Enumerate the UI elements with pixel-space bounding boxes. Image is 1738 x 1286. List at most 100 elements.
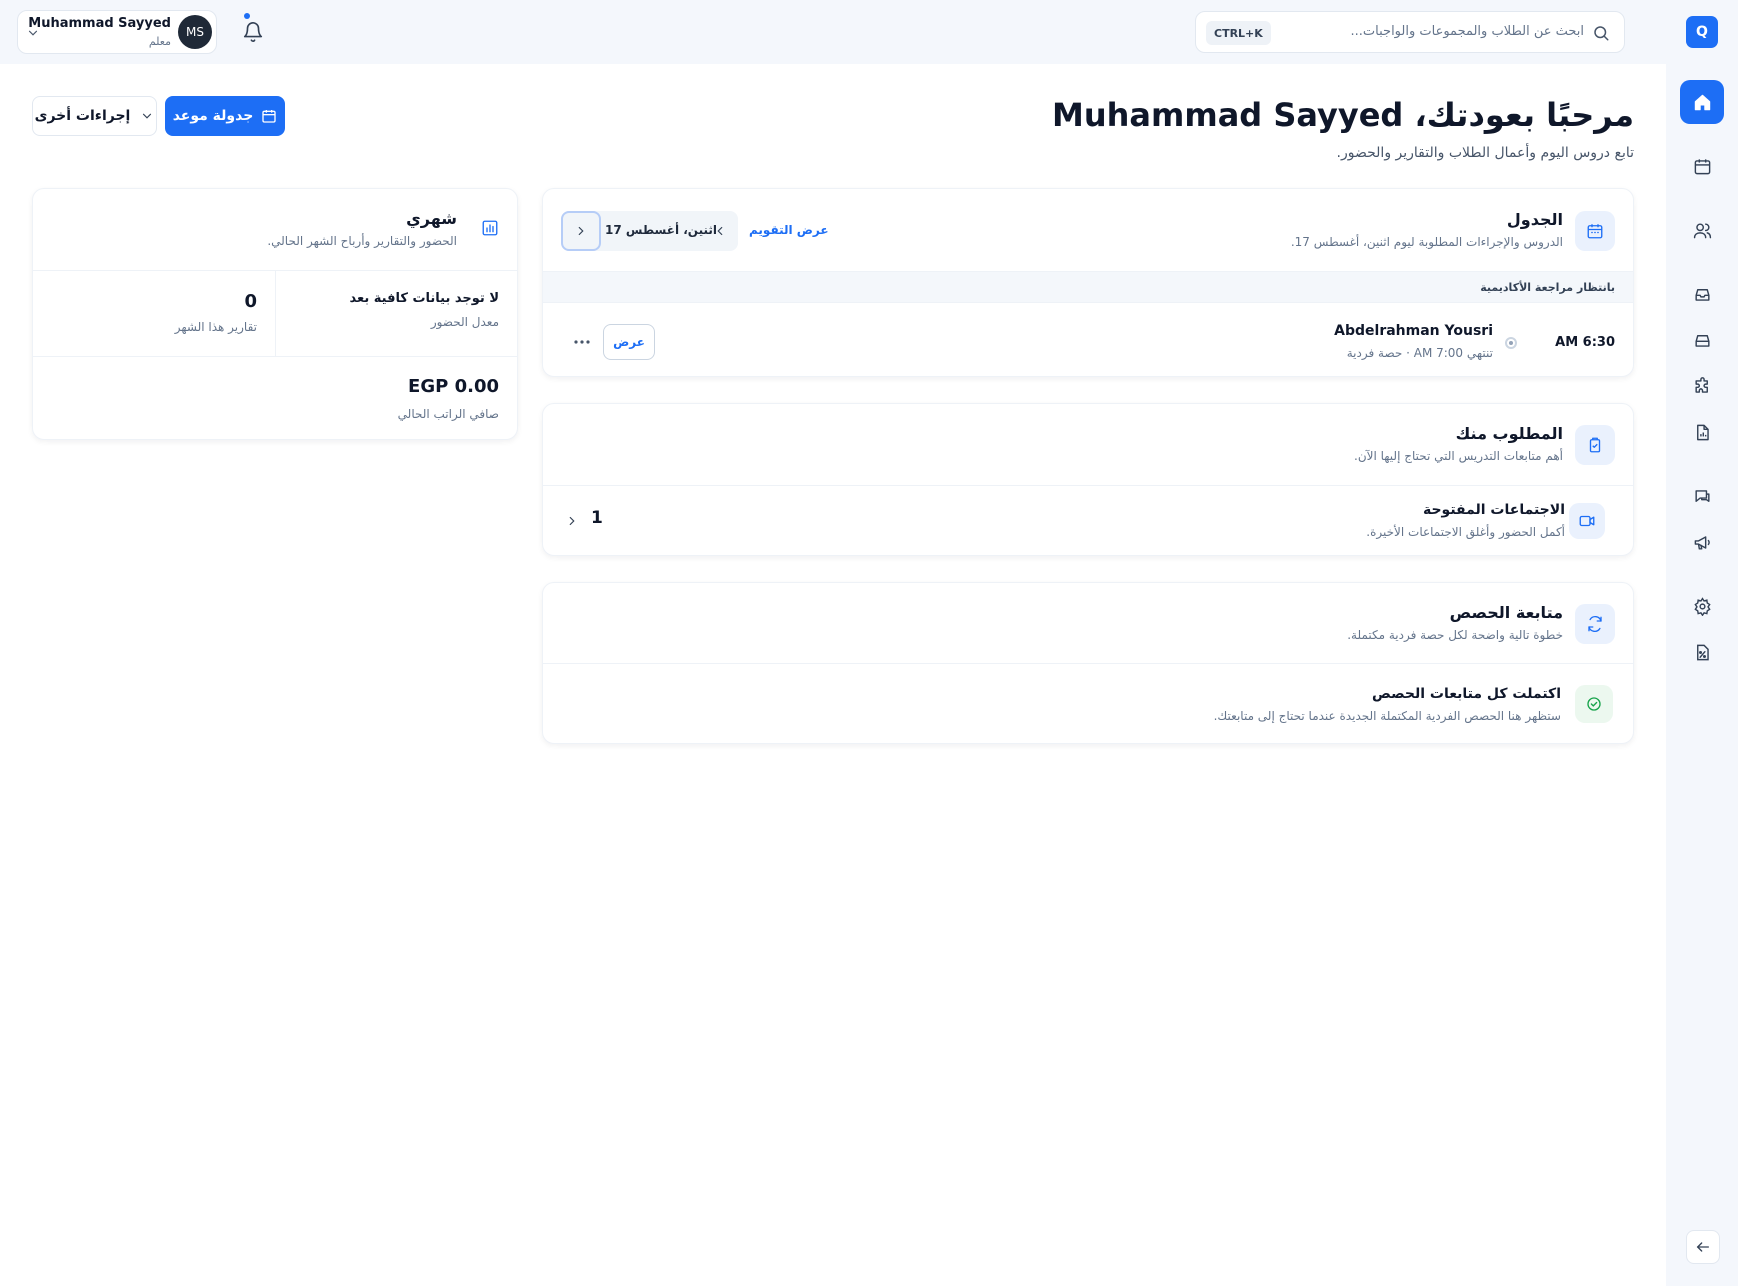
chevron-right-icon[interactable] [565, 514, 579, 528]
page-subtitle: تابع دروس اليوم وأعمال الطلاب والتقارير … [1336, 145, 1634, 161]
report-icon [1696, 424, 1709, 440]
bell-icon[interactable] [242, 20, 264, 44]
pending-review-label: بانتظار مراجعة الأكاديمية [1480, 281, 1615, 294]
gear-icon [1693, 596, 1711, 616]
chevron-down-icon [143, 113, 152, 119]
followups-done-title: اكتملت كل متابعات الحصص [1372, 686, 1561, 702]
reports-value: 0 [244, 291, 257, 312]
chat-icon [1694, 489, 1710, 502]
top-bar: Q ابحث عن الطلاب والمجموعات والواجبات...… [0, 0, 1738, 64]
schedule-card: الجدول الدروس والإجراءات المطلوبة ليوم ا… [542, 188, 1634, 377]
followups-tile [1575, 604, 1615, 644]
tasks-subtitle: أهم متابعات التدريس التي تحتاج إليها الآ… [1354, 449, 1563, 463]
schedule-appointment-label: جدولة موعد [172, 108, 254, 124]
user-name: Muhammad Sayyed [28, 16, 171, 31]
sidebar-item-home[interactable] [1680, 80, 1724, 124]
page-title: مرحبًا بعودتك، Muhammad Sayyed [1052, 96, 1634, 134]
open-meetings-tile [1569, 503, 1605, 539]
sidebar-item-plugins[interactable] [1680, 364, 1724, 408]
divider [543, 485, 1633, 486]
sidebar-item-reports[interactable] [1680, 410, 1724, 454]
status-dot [1505, 337, 1517, 349]
lesson-time: AM 6:30 [1555, 335, 1615, 350]
followups-done-tile [1575, 685, 1613, 723]
calendar-icon [262, 110, 276, 123]
monthly-card: شهري الحضور والتقارير وأرباح الشهر الحال… [32, 188, 518, 440]
schedule-appointment-button[interactable]: جدولة موعد [165, 96, 285, 136]
sidebar-item-users[interactable] [1680, 208, 1724, 252]
date-navigator: اثنين، أغسطس 17 [561, 211, 738, 251]
search-shortcut-badge: CTRL+K [1206, 21, 1271, 45]
lesson-student: Abdelrahman Yousri [1334, 323, 1493, 339]
schedule-subtitle: الدروس والإجراءات المطلوبة ليوم اثنين، أ… [1290, 235, 1563, 249]
chevron-left-icon[interactable] [713, 224, 727, 238]
attendance-value: لا توجد بيانات كافية بعد [349, 291, 499, 306]
calendar-icon [1694, 158, 1710, 174]
search-icon [1594, 26, 1609, 41]
tasks-title: المطلوب منك [1455, 424, 1563, 443]
view-lesson-button[interactable]: عرض [603, 324, 655, 360]
tasks-card: المطلوب منك أهم متابعات التدريس التي تحت… [542, 403, 1634, 556]
arrow-left-icon [1696, 1242, 1709, 1252]
monthly-title: شهري [406, 209, 457, 228]
followups-done-subtitle: ستظهر هنا الحصص الفردية المكتملة الجديدة… [1213, 709, 1561, 723]
more-actions-button[interactable]: إجراءات أخرى [32, 96, 157, 136]
lesson-more-button[interactable] [569, 329, 595, 355]
open-meetings-count: 1 [591, 508, 603, 528]
sidebar-item-settings[interactable] [1680, 584, 1724, 628]
collapse-sidebar-button[interactable] [1686, 1230, 1720, 1264]
clipboard-check-icon [1589, 437, 1601, 453]
open-meetings-subtitle: أكمل الحضور وأغلق الاجتماعات الأخيرة. [1366, 525, 1565, 539]
pending-review-band: بانتظار مراجعة الأكاديمية [543, 271, 1633, 303]
calendar-icon [1587, 224, 1603, 239]
sidebar-item-calendar[interactable] [1680, 144, 1724, 188]
sidebar-item-chat[interactable] [1680, 474, 1724, 518]
current-date: اثنين، أغسطس 17 [605, 223, 718, 237]
megaphone-icon [1694, 535, 1710, 550]
percent-file-icon [1696, 644, 1709, 660]
sidebar [1666, 64, 1738, 1286]
refresh-icon [1588, 615, 1602, 633]
chevron-right-icon [578, 226, 584, 236]
salary-label: صافي الراتب الحالي [397, 407, 499, 421]
tasks-tile [1575, 425, 1615, 465]
sidebar-item-discounts[interactable] [1680, 630, 1724, 674]
user-menu[interactable]: MS Muhammad Sayyed معلم [17, 10, 217, 54]
avatar: MS [178, 15, 212, 49]
view-calendar-link[interactable]: عرض التقويم [749, 223, 829, 237]
search-input[interactable]: ابحث عن الطلاب والمجموعات والواجبات... [1351, 24, 1584, 39]
app-logo[interactable]: Q [1686, 16, 1718, 48]
divider [275, 270, 276, 356]
more-horizontal-icon [574, 340, 590, 344]
sidebar-item-announcements[interactable] [1680, 520, 1724, 564]
followups-title: متابعة الحصص [1449, 603, 1563, 622]
followups-card: متابعة الحصص خطوة تالية واضحة لكل حصة فر… [542, 582, 1634, 744]
more-actions-label: إجراءات أخرى [34, 108, 131, 124]
salary-value: EGP 0.00 [408, 376, 499, 397]
attendance-label: معدل الحضور [430, 315, 499, 329]
lesson-meta: تنتهي AM 7:00 · حصة فردية [1346, 346, 1493, 360]
divider [543, 663, 1633, 664]
search-bar[interactable]: ابحث عن الطلاب والمجموعات والواجبات... C… [1195, 11, 1625, 53]
user-role: معلم [148, 35, 171, 48]
notification-dot [244, 13, 250, 19]
sidebar-item-archive[interactable] [1680, 318, 1724, 362]
reports-label: تقارير هذا الشهر [174, 320, 257, 334]
monthly-subtitle: الحضور والتقارير وأرباح الشهر الحالي. [267, 234, 457, 248]
check-circle-icon [1587, 697, 1601, 711]
puzzle-icon [1694, 376, 1708, 393]
divider [33, 356, 517, 357]
archive-icon [1694, 334, 1710, 347]
schedule-tile [1575, 211, 1615, 251]
next-day-button[interactable] [561, 211, 601, 251]
chevron-down-icon [28, 30, 38, 36]
bar-chart-icon [482, 220, 498, 236]
open-meetings-title[interactable]: الاجتماعات المفتوحة [1423, 502, 1565, 518]
schedule-title: الجدول [1506, 210, 1563, 229]
video-icon [1579, 515, 1595, 527]
sidebar-item-inbox[interactable] [1680, 272, 1724, 316]
inbox-icon [1694, 288, 1710, 301]
home-icon [1694, 94, 1710, 110]
users-icon [1693, 222, 1711, 238]
followups-subtitle: خطوة تالية واضحة لكل حصة فردية مكتملة. [1347, 628, 1563, 642]
